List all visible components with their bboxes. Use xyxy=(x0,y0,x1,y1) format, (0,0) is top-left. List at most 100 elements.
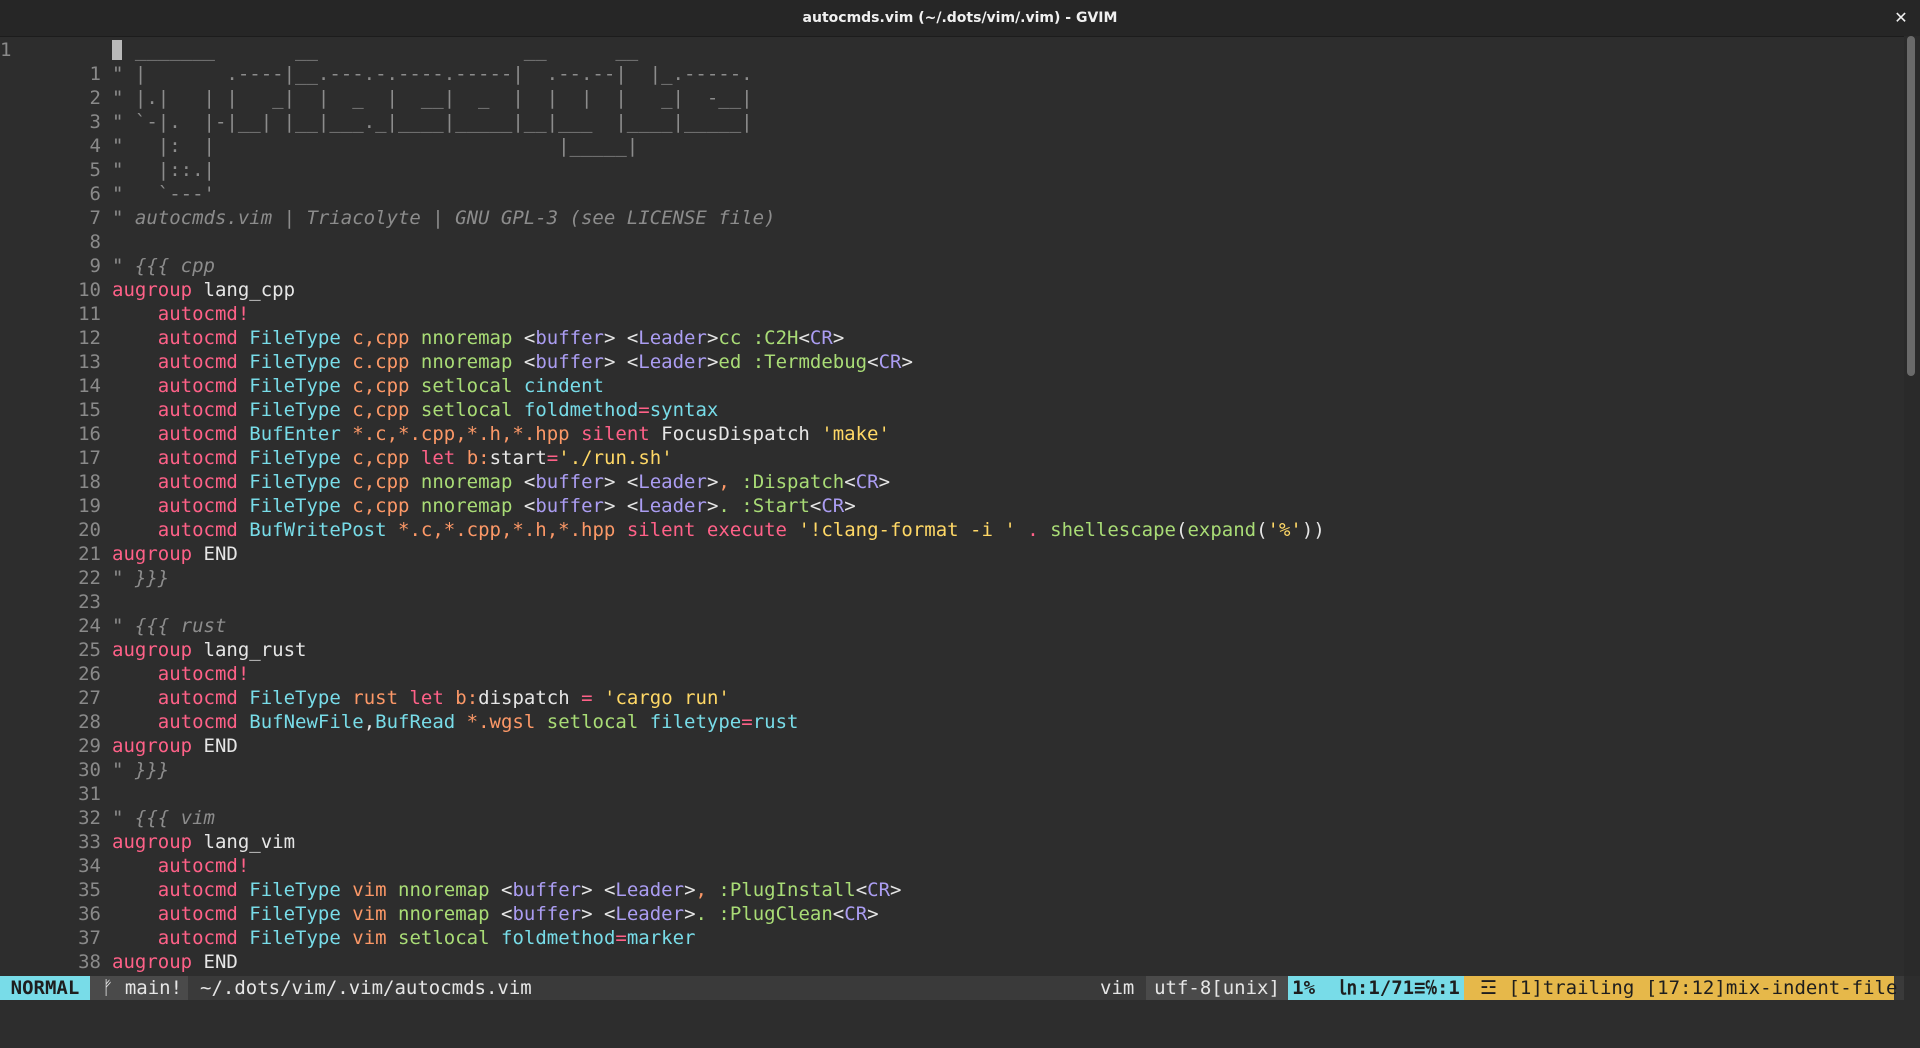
buffer-line[interactable]: 16 autocmd BufEnter *.c,*.cpp,*.h,*.hpp … xyxy=(0,422,1904,446)
syntax-token: nnoremap xyxy=(398,903,490,925)
syntax-token xyxy=(341,423,352,445)
line-number: 6 xyxy=(89,183,101,205)
syntax-token: buffer xyxy=(535,351,604,373)
buffer-line[interactable]: 20 autocmd BufWritePost *.c,*.cpp,*.h,*.… xyxy=(0,518,1904,542)
syntax-token: autocmd xyxy=(157,351,238,373)
buffer-line[interactable]: " _______ __ __ __ xyxy=(0,38,1904,62)
syntax-token xyxy=(787,519,798,541)
buffer-line[interactable]: 36 autocmd FileType vim nnoremap <buffer… xyxy=(0,902,1904,926)
buffer-line[interactable]: 27 autocmd FileType rust let b:dispatch … xyxy=(0,686,1904,710)
syntax-token: autocmd xyxy=(157,471,238,493)
buffer-line[interactable]: 37 autocmd FileType vim setlocal foldmet… xyxy=(0,926,1904,950)
line-number: 5 xyxy=(89,159,101,181)
line-text: autocmd! xyxy=(112,302,250,326)
line-text: " _______ __ __ __ xyxy=(112,38,638,62)
line-number: 31 xyxy=(78,783,101,805)
buffer-line[interactable]: 13 autocmd FileType c.cpp nnoremap <buff… xyxy=(0,350,1904,374)
syntax-token xyxy=(112,447,158,469)
buffer-line[interactable]: 33 augroup lang_vim xyxy=(0,830,1904,854)
buffer-line[interactable]: 9 " {{{ cpp xyxy=(0,254,1904,278)
syntax-token: > < xyxy=(581,879,616,901)
buffer-line[interactable]: 14 autocmd FileType c,cpp setlocal cinde… xyxy=(0,374,1904,398)
buffer-line[interactable]: 4 " |: | |_____| xyxy=(0,134,1904,158)
vertical-scrollbar[interactable] xyxy=(1904,36,1920,976)
syntax-token: cc :C2H xyxy=(718,327,799,349)
buffer-line[interactable]: 23 xyxy=(0,590,1904,614)
line-number: 1 xyxy=(89,63,101,85)
buffer-line[interactable]: 6 " `---' xyxy=(0,182,1904,206)
buffer-line[interactable]: 35 autocmd FileType vim nnoremap <buffer… xyxy=(0,878,1904,902)
buffer-line[interactable]: 29 augroup END xyxy=(0,734,1904,758)
syntax-token xyxy=(341,399,352,421)
syntax-token: autocmd xyxy=(157,519,238,541)
syntax-token: '%' xyxy=(1267,519,1302,541)
buffer-line[interactable]: 12 autocmd FileType c,cpp nnoremap <buff… xyxy=(0,326,1904,350)
buffer-line[interactable]: 19 autocmd FileType c,cpp nnoremap <buff… xyxy=(0,494,1904,518)
buffer-line[interactable]: 34 autocmd! xyxy=(0,854,1904,878)
line-text: autocmd BufEnter *.c,*.cpp,*.h,*.hpp sil… xyxy=(112,422,890,446)
buffer-line[interactable]: 8 xyxy=(0,230,1904,254)
syntax-token: buffer xyxy=(535,495,604,517)
line-number: 32 xyxy=(78,807,101,829)
buffer-line[interactable]: 21 augroup END xyxy=(0,542,1904,566)
syntax-token: CR xyxy=(809,327,833,349)
buffer-line[interactable]: 2 " |.| | | _| | _ | __| _ | | | | _| -__… xyxy=(0,86,1904,110)
buffer-line[interactable]: 22 " }}} xyxy=(0,566,1904,590)
line-number: 20 xyxy=(78,519,101,541)
syntax-token: start xyxy=(489,447,547,469)
syntax-token: autocmd xyxy=(157,423,238,445)
syntax-token xyxy=(112,351,158,373)
syntax-token: Leader xyxy=(638,351,707,373)
syntax-token: < xyxy=(867,351,879,373)
syntax-token xyxy=(387,519,398,541)
syntax-token: let xyxy=(420,447,456,469)
syntax-token: < xyxy=(798,327,810,349)
syntax-token: . xyxy=(1027,519,1039,541)
syntax-token: " _______ __ __ __ xyxy=(112,39,639,61)
syntax-token: lang_rust xyxy=(192,639,307,661)
buffer-line[interactable]: 15 autocmd FileType c,cpp setlocal foldm… xyxy=(0,398,1904,422)
syntax-token: rust xyxy=(752,711,799,733)
syntax-token: > xyxy=(832,327,845,349)
syntax-token xyxy=(1039,519,1050,541)
buffer-line[interactable]: 10 augroup lang_cpp xyxy=(0,278,1904,302)
title-bar[interactable]: autocmds.vim (~/.dots/vim/.vim) - GVIM ✕ xyxy=(0,0,1920,37)
buffer-line[interactable]: 11 autocmd! xyxy=(0,302,1904,326)
command-line[interactable] xyxy=(0,1000,1920,1048)
buffer-line[interactable]: 5 " |::.| xyxy=(0,158,1904,182)
syntax-token xyxy=(398,687,409,709)
syntax-token: vim xyxy=(352,927,387,949)
buffer-line[interactable]: 1 " | .----|__.---.-.----.-----| .--.--| … xyxy=(0,62,1904,86)
buffer-line[interactable]: 32 " {{{ vim xyxy=(0,806,1904,830)
syntax-token: FocusDispatch xyxy=(649,423,822,445)
buffer-line[interactable]: 24 " {{{ rust xyxy=(0,614,1904,638)
buffer-line[interactable]: 28 autocmd BufNewFile,BufRead *.wgsl set… xyxy=(0,710,1904,734)
editor-buffer[interactable]: 1 " _______ __ __ __ 1 " | .----|__.---.-.… xyxy=(0,38,1904,976)
line-number: 10 xyxy=(78,279,101,301)
syntax-token: FileType xyxy=(249,903,341,925)
buffer-line[interactable]: 30 " }}} xyxy=(0,758,1904,782)
line-text: autocmd FileType c,cpp nnoremap <buffer>… xyxy=(112,470,890,494)
buffer-line[interactable]: 26 autocmd! xyxy=(0,662,1904,686)
close-button[interactable]: ✕ xyxy=(1890,7,1912,29)
line-number: 13 xyxy=(78,351,101,373)
syntax-token: setlocal xyxy=(546,711,639,733)
line-text: " }}} xyxy=(112,566,169,590)
buffer-line[interactable]: 7 " autocmds.vim | Triacolyte | GNU GPL-3… xyxy=(0,206,1904,230)
syntax-token: < xyxy=(512,471,536,493)
syntax-token xyxy=(341,903,352,925)
line-number: 35 xyxy=(78,879,101,901)
syntax-token: nnoremap xyxy=(420,351,513,373)
buffer-line[interactable]: 38 augroup END xyxy=(0,950,1904,974)
buffer-line[interactable]: 31 xyxy=(0,782,1904,806)
buffer-line[interactable]: 17 autocmd FileType c,cpp let b:start='.… xyxy=(0,446,1904,470)
syntax-token: autocmd xyxy=(157,711,238,733)
buffer-line[interactable]: 18 autocmd FileType c,cpp nnoremap <buff… xyxy=(0,470,1904,494)
buffer-line[interactable]: 25 augroup lang_rust xyxy=(0,638,1904,662)
buffer-line[interactable]: 3 " `-|. |-|__| |__|___._|____|_____|__|_… xyxy=(0,110,1904,134)
syntax-token: Leader xyxy=(615,903,685,925)
scrollbar-thumb[interactable] xyxy=(1907,36,1915,376)
line-text: autocmd FileType c,cpp setlocal foldmeth… xyxy=(112,398,719,422)
syntax-token: , xyxy=(695,879,707,901)
syntax-token: augroup xyxy=(112,951,193,973)
